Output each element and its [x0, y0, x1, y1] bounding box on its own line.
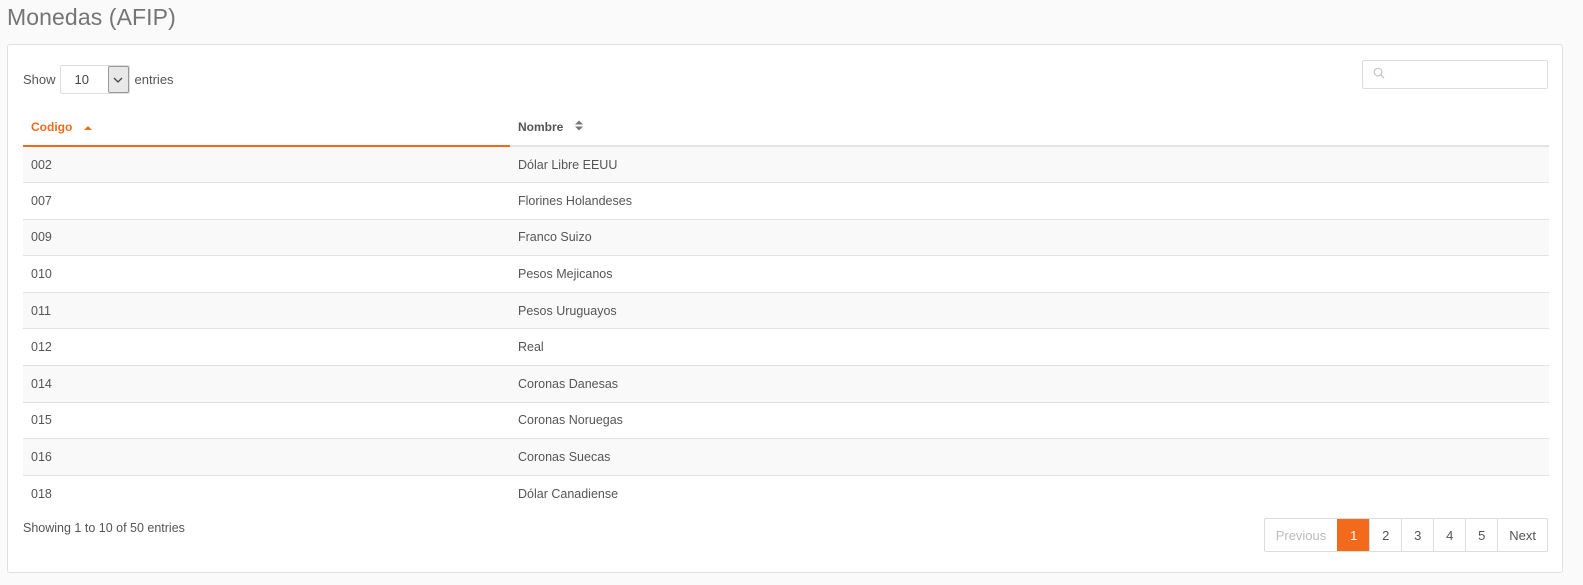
- table-row: 007 Florines Holandeses: [23, 182, 1549, 220]
- cell-codigo: 012: [23, 328, 510, 366]
- cell-nombre: Pesos Uruguayos: [510, 291, 1549, 329]
- chevron-down-icon[interactable]: [107, 66, 129, 93]
- table-row: 002 Dólar Libre EEUU: [23, 146, 1549, 183]
- previous-button[interactable]: Previous: [1264, 519, 1338, 551]
- next-button[interactable]: Next: [1497, 519, 1547, 551]
- cell-codigo: 002: [23, 146, 510, 183]
- table-row: 012 Real: [23, 328, 1549, 366]
- search-box[interactable]: [1362, 60, 1569, 89]
- table-row: 014 Coronas Danesas: [23, 365, 1549, 403]
- column-header-nombre[interactable]: Nombre: [510, 109, 1549, 147]
- currency-table: Codigo Nombre 002 Dólar Libre EEUU 007 F…: [23, 109, 1549, 512]
- entries-label: entries: [134, 72, 174, 87]
- entries-length-control: Show 10 entries: [23, 65, 174, 94]
- search-input[interactable]: [1389, 61, 1569, 88]
- show-label: Show: [23, 72, 56, 87]
- cell-nombre: Coronas Danesas: [510, 365, 1549, 403]
- cell-nombre: Pesos Mejicanos: [510, 255, 1549, 293]
- sort-both-icon: [574, 120, 583, 134]
- column-header-label: Codigo: [31, 119, 73, 134]
- page-button-4[interactable]: 4: [1433, 519, 1466, 551]
- table-row: 018 Dólar Canadiense: [23, 474, 1549, 512]
- cell-nombre: Real: [510, 328, 1549, 366]
- entries-per-page-value: 10: [74, 72, 89, 87]
- cell-codigo: 010: [23, 255, 510, 293]
- page-title: Monedas (AFIP): [7, 4, 176, 30]
- table-panel: Show 10 entries Codigo Nombre 002 Dólar …: [7, 44, 1569, 573]
- page-button-5[interactable]: 5: [1465, 519, 1498, 551]
- cell-codigo: 015: [23, 401, 510, 439]
- table-row: 011 Pesos Uruguayos: [23, 291, 1549, 329]
- page-button-3[interactable]: 3: [1401, 519, 1434, 551]
- cell-codigo: 014: [23, 365, 510, 403]
- page-button-2[interactable]: 2: [1369, 519, 1402, 551]
- cell-nombre: Florines Holandeses: [510, 182, 1549, 220]
- table-row: 016 Coronas Suecas: [23, 438, 1549, 476]
- cell-nombre: Coronas Noruegas: [510, 401, 1549, 439]
- table-row: 010 Pesos Mejicanos: [23, 255, 1549, 293]
- cell-codigo: 018: [23, 474, 510, 512]
- table-header-row: Codigo Nombre: [23, 109, 1549, 147]
- cell-codigo: 016: [23, 438, 510, 476]
- cell-codigo: 009: [23, 218, 510, 256]
- table-row: 015 Coronas Noruegas: [23, 401, 1549, 439]
- sort-ascending-icon: [83, 120, 92, 134]
- cell-nombre: Dólar Canadiense: [510, 474, 1549, 512]
- page-button-1[interactable]: 1: [1337, 519, 1370, 551]
- cell-nombre: Dólar Libre EEUU: [510, 146, 1549, 183]
- column-header-label: Nombre: [518, 119, 564, 134]
- cell-codigo: 007: [23, 182, 510, 220]
- table-info: Showing 1 to 10 of 50 entries: [23, 521, 185, 535]
- cell-nombre: Coronas Suecas: [510, 438, 1549, 476]
- cell-nombre: Franco Suizo: [510, 218, 1549, 256]
- table-row: 009 Franco Suizo: [23, 218, 1549, 256]
- column-header-codigo[interactable]: Codigo: [23, 109, 510, 147]
- cell-codigo: 011: [23, 291, 510, 329]
- pagination: Previous 1 2 3 4 5 Next: [1263, 518, 1548, 552]
- search-icon: [1373, 66, 1385, 84]
- entries-per-page-select[interactable]: 10: [59, 65, 130, 94]
